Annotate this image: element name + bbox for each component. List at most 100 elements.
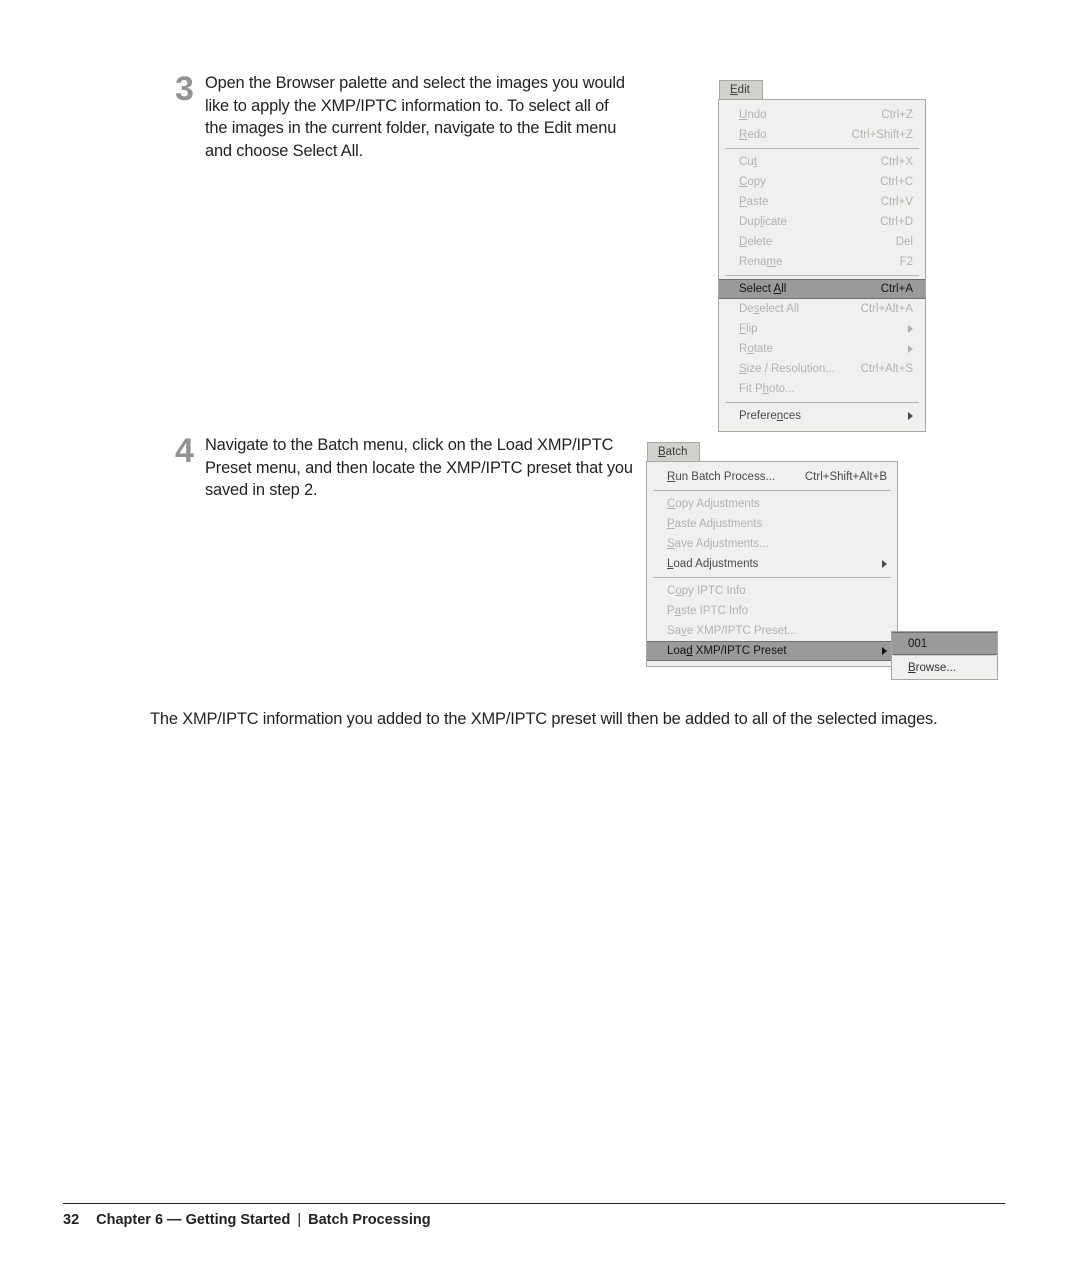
menu-item-label: Copy: [739, 176, 766, 188]
menu-item-label: Run Batch Process...: [667, 471, 776, 483]
edit-menu-item-select-all[interactable]: Select All Ctrl+A: [719, 279, 925, 299]
submenu-arrow-icon: [882, 560, 887, 568]
edit-menu-item-cut: Cut Ctrl+X: [719, 152, 925, 172]
edit-tab-rest: dit: [737, 84, 750, 96]
menu-separator: [653, 490, 891, 491]
batch-menu-item-load-adjustments[interactable]: Load Adjustments: [647, 554, 897, 574]
menu-item-shortcut: Ctrl+Alt+A: [860, 303, 913, 315]
menu-item-label: Undo: [739, 109, 767, 121]
menu-item-label: Paste IPTC Info: [667, 605, 749, 617]
mnemonic-letter: m: [766, 256, 777, 268]
preset-submenu-item-browse[interactable]: Browse...: [892, 656, 997, 679]
menu-item-label: Browse...: [908, 661, 956, 674]
step-4: 4 Navigate to the Batch menu, click on t…: [175, 434, 645, 502]
menu-item-label: Select All: [739, 283, 787, 295]
menu-item-shortcut: Ctrl+X: [880, 156, 913, 168]
menu-item-shortcut: Ctrl+Shift+Z: [851, 129, 913, 141]
batch-menu-item-copy-iptc-info: Copy IPTC Info: [647, 581, 897, 601]
menu-item-shortcut: Ctrl+Z: [881, 109, 913, 121]
mnemonic-letter: n: [776, 410, 784, 422]
edit-menu-item-size-resolution: Size / Resolution... Ctrl+Alt+S: [719, 359, 925, 379]
menu-separator: [725, 402, 919, 403]
closing-paragraph: The XMP/IPTC information you added to th…: [150, 710, 938, 728]
menu-item-shortcut: Ctrl+Alt+S: [860, 363, 913, 375]
submenu-arrow-icon: [908, 345, 913, 353]
batch-menu-item-run-batch-process[interactable]: Run Batch Process... Ctrl+Shift+Alt+B: [647, 467, 897, 487]
footer-page-number: 32: [63, 1212, 80, 1228]
mnemonic-letter: F: [739, 323, 747, 335]
mnemonic-letter: t: [753, 156, 757, 168]
menu-item-label: Load XMP/IPTC Preset: [667, 645, 787, 657]
footer-section: Batch Processing: [308, 1212, 431, 1228]
submenu-arrow-icon: [908, 412, 913, 420]
edit-menu-tab[interactable]: Edit: [719, 80, 763, 99]
menu-item-label: Flip: [739, 323, 758, 335]
load-xmp-iptc-preset-submenu[interactable]: 001 Browse...: [891, 631, 998, 680]
menu-item-label: 001: [908, 637, 928, 650]
edit-menu-item-copy: Copy Ctrl+C: [719, 172, 925, 192]
page-footer: 32 Chapter 6 — Getting Started | Batch P…: [63, 1203, 1005, 1228]
mnemonic-letter: l: [760, 216, 763, 228]
edit-tab-mnemonic: E: [730, 84, 738, 96]
edit-menu-item-rename: Rename F2: [719, 252, 925, 272]
menu-item-label: Size / Resolution...: [739, 363, 835, 375]
menu-item-shortcut: F2: [899, 256, 913, 268]
batch-menu-item-save-xmp-iptc-preset: Save XMP/IPTC Preset...: [647, 621, 897, 641]
edit-menu-item-flip: Flip: [719, 319, 925, 339]
edit-menu-item-rotate: Rotate: [719, 339, 925, 359]
mnemonic-letter: D: [739, 236, 748, 248]
menu-item-label: Load Adjustments: [667, 558, 759, 570]
mnemonic-letter: B: [908, 661, 916, 674]
mnemonic-letter: v: [681, 625, 687, 637]
menu-item-shortcut: Del: [895, 236, 913, 248]
mnemonic-letter: a: [674, 605, 682, 617]
menu-item-label: Fit Photo...: [739, 383, 795, 395]
mnemonic-letter: C: [667, 498, 676, 510]
step-3-text: Open the Browser palette and select the …: [205, 74, 625, 160]
preset-submenu-item-001[interactable]: 001: [892, 632, 997, 655]
step-3: 3 Open the Browser palette and select th…: [175, 72, 635, 162]
mnemonic-letter: S: [739, 363, 747, 375]
batch-menu-item-load-xmp-iptc-preset[interactable]: Load XMP/IPTC Preset: [647, 641, 897, 661]
edit-menu-item-fit-photo: Fit Photo...: [719, 379, 925, 399]
step-4-number: 4: [175, 432, 194, 470]
menu-item-shortcut: Ctrl+A: [880, 283, 913, 295]
step-3-number: 3: [175, 70, 194, 108]
menu-item-label: Paste Adjustments: [667, 518, 763, 530]
batch-tab-rest: atch: [665, 446, 688, 458]
menu-item-shortcut: Ctrl+C: [880, 176, 913, 188]
batch-menu-item-save-adjustments: Save Adjustments...: [647, 534, 897, 554]
menu-item-shortcut: Ctrl+D: [880, 216, 913, 228]
menu-item-label: Copy Adjustments: [667, 498, 760, 510]
mnemonic-letter: d: [686, 645, 693, 657]
batch-menu-item-paste-iptc-info: Paste IPTC Info: [647, 601, 897, 621]
mnemonic-letter: C: [739, 176, 748, 188]
menu-item-label: Paste: [739, 196, 769, 208]
menu-item-label: Preferences: [739, 410, 802, 422]
edit-menu-item-preferences[interactable]: Preferences: [719, 406, 925, 426]
step-4-text: Navigate to the Batch menu, click on the…: [205, 436, 633, 500]
batch-menu-item-copy-adjustments: Copy Adjustments: [647, 494, 897, 514]
menu-item-label: Duplicate: [739, 216, 787, 228]
edit-menu-item-redo: Redo Ctrl+Shift+Z: [719, 125, 925, 145]
mnemonic-letter: L: [667, 558, 674, 570]
mnemonic-letter: R: [739, 129, 748, 141]
submenu-arrow-icon: [882, 647, 887, 655]
menu-separator: [653, 577, 891, 578]
menu-item-label: Redo: [739, 129, 767, 141]
menu-item-label: Rotate: [739, 343, 773, 355]
mnemonic-letter: U: [739, 109, 748, 121]
footer-divider: |: [297, 1212, 302, 1228]
edit-menu-item-delete: Delete Del: [719, 232, 925, 252]
mnemonic-letter: o: [747, 343, 754, 355]
edit-menu-panel[interactable]: Undo Ctrl+Z Redo Ctrl+Shift+Z Cut Ctrl+X Copy C…: [718, 99, 926, 432]
batch-menu-panel[interactable]: Run Batch Process... Ctrl+Shift+Alt+B Copy…: [646, 461, 898, 667]
batch-menu-tab[interactable]: Batch: [647, 442, 701, 461]
menu-item-label: Cut: [739, 156, 757, 168]
mnemonic-letter: S: [667, 538, 675, 550]
menu-separator: [725, 275, 919, 276]
menu-item-label: Delete: [739, 236, 773, 248]
menu-separator: [725, 148, 919, 149]
mnemonic-letter: o: [675, 585, 682, 597]
mnemonic-letter: P: [667, 518, 675, 530]
